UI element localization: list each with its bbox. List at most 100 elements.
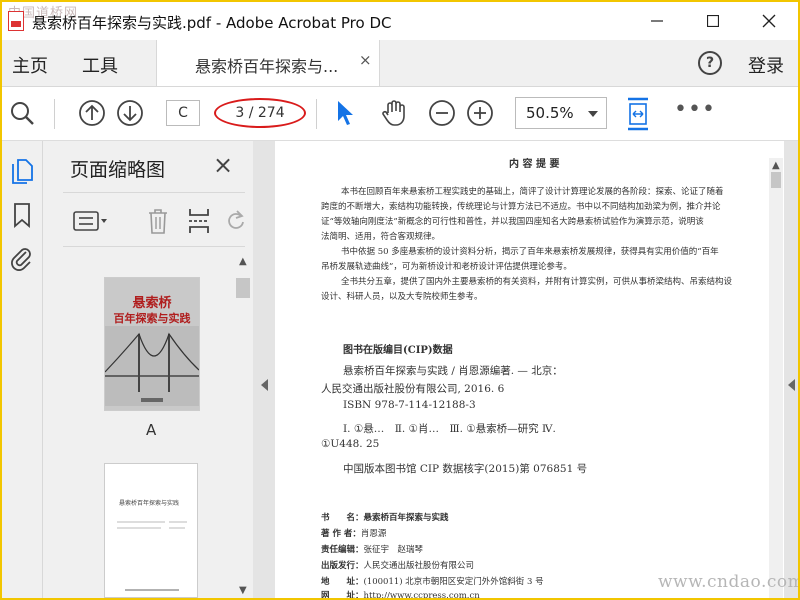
cip-heading: 图书在版编目(CIP)数据 [343, 345, 453, 356]
menu-bar: 主页 工具 悬索桥百年探索与... × ? 登录 [2, 40, 798, 87]
chevron-down-icon [588, 111, 598, 117]
page-count: 3 / 274 [214, 98, 306, 128]
panel-divider [63, 192, 245, 193]
insert-page-icon [189, 209, 209, 233]
cip-line: ①U448. 25 [321, 438, 380, 450]
colophon-value: http://www.ccpress.com.cn [363, 591, 480, 600]
previous-page-button[interactable] [78, 99, 106, 127]
collapse-left-arrow-icon[interactable] [261, 379, 268, 391]
trash-icon [149, 209, 167, 234]
cip-line: 悬索桥百年探索与实践 / 肖恩源编著. — 北京： [343, 365, 563, 377]
document-page: 内 容 提 要 本书在回顾百年来悬索桥工程实践史的基础上，简评了设计计算理论发展… [275, 141, 784, 598]
watermark-bottom: www.cndao.com [658, 572, 800, 592]
thumbnail-options-button[interactable] [73, 207, 111, 235]
bookmark-icon [14, 203, 30, 228]
colophon-label: 书 名： [321, 513, 364, 523]
document-tab-label: 悬索桥百年探索与... [195, 57, 339, 76]
next-page-button[interactable] [116, 99, 144, 127]
summary-line: 证“等效轴向刚度法”新概念的可行性和普性，并以我国四座知名大跨悬索桥试验作为演算… [321, 217, 704, 227]
bookmarks-button[interactable] [10, 203, 34, 228]
panel-splitter[interactable] [253, 141, 275, 598]
colophon-row: 地 址：(100011) 北京市朝阳区安定门外外馆斜街 3 号 [321, 575, 544, 587]
attachments-button[interactable] [10, 247, 34, 271]
home-tab[interactable]: 主页 [12, 52, 48, 78]
right-pane-toggle[interactable] [784, 141, 798, 598]
cover-title-line1: 悬索桥 [132, 296, 172, 311]
page-thumbnail[interactable]: 悬索桥百年探索与实践 [104, 463, 198, 598]
colophon-label: 出版发行： [321, 561, 364, 571]
summary-line: 书中依据 50 多座悬索桥的设计资料分析，揭示了百年来悬索桥发展规律，获得具有实… [341, 247, 719, 257]
colophon-label: 地 址： [321, 577, 364, 587]
maximize-icon [707, 15, 719, 27]
page-thumbnails-icon [12, 159, 33, 184]
close-panel-button[interactable]: × [213, 151, 233, 179]
tools-tab[interactable]: 工具 [82, 52, 118, 78]
select-tool-button[interactable] [332, 99, 360, 127]
thumbnail-page-label: A [146, 421, 157, 439]
arrow-down-circle-icon [117, 100, 143, 126]
panel-divider [63, 246, 245, 247]
hand-icon [382, 100, 405, 126]
delete-page-button[interactable] [145, 207, 171, 235]
search-button[interactable] [8, 99, 36, 127]
page-number-input[interactable]: C [166, 100, 200, 126]
colophon-row: 责任编辑：张征宇 赵瑞琴 [321, 543, 423, 555]
colophon-row: 著 作 者：肖恩源 [321, 527, 386, 539]
toolbar-divider [316, 99, 317, 129]
rotate-page-button[interactable] [225, 207, 247, 235]
insert-page-button[interactable] [186, 207, 212, 235]
help-icon[interactable]: ? [698, 51, 722, 75]
thumbnail-panel: 页面缩略图 × 悬索桥 百年探索与实践 A 悬索桥百年探索与实践 ▲ ▼ [43, 141, 253, 598]
minus-circle-icon [429, 100, 455, 126]
document-tab-close-button[interactable]: × [359, 51, 372, 69]
toolbar-divider [54, 99, 55, 129]
expand-right-pane-arrow-icon[interactable] [788, 379, 795, 391]
cip-line: ISBN 978-7-114-12188-3 [343, 399, 476, 411]
scroll-up-arrow-icon[interactable]: ▲ [772, 160, 780, 171]
bridge-image [105, 326, 199, 406]
thumb2-text-lines [117, 521, 187, 591]
colophon-label: 著 作 者： [321, 529, 361, 539]
colophon-value: (100011) 北京市朝阳区安定门外外馆斜街 3 号 [363, 577, 544, 587]
colophon-label: 责任编辑： [321, 545, 364, 555]
colophon-value: 肖恩源 [360, 529, 387, 539]
document-scrollbar-thumb[interactable] [771, 172, 781, 188]
colophon-row: 书 名：悬索桥百年探索与实践 [321, 511, 449, 523]
zoom-out-button[interactable] [428, 99, 456, 127]
toolbar: C 3 / 274 50.5% ••• [2, 87, 798, 141]
page-thumbnail-cover[interactable]: 悬索桥 百年探索与实践 [104, 277, 200, 411]
thumbnail-scrollbar[interactable] [234, 254, 252, 598]
maximize-button[interactable] [690, 8, 736, 34]
zoom-in-button[interactable] [466, 99, 494, 127]
summary-line: 本书在回顾百年来悬索桥工程实践史的基础上，简评了设计计算理论发展的各阶段：探索、… [341, 187, 724, 197]
thumb2-title: 悬索桥百年探索与实践 [119, 500, 180, 507]
arrow-up-circle-icon [79, 100, 105, 126]
colophon-label: 网 址： [321, 591, 364, 600]
cursor-arrow-icon [338, 101, 353, 125]
document-tab[interactable]: 悬索桥百年探索与... × [156, 40, 380, 86]
scroll-down-arrow-icon[interactable]: ▼ [239, 585, 247, 596]
search-icon [11, 102, 34, 125]
colophon-value: 张征宇 赵瑞琴 [363, 545, 424, 555]
paperclip-icon [11, 248, 31, 271]
summary-line: 设计、科研人员，以及大专院校师生参考。 [321, 292, 483, 302]
colophon-value: 人民交通出版社股份有限公司 [363, 561, 475, 571]
close-window-button[interactable] [746, 8, 792, 34]
page-thumbnails-button[interactable] [10, 159, 34, 184]
window-title: 悬索桥百年探索与实践.pdf - Adobe Acrobat Pro DC [32, 14, 392, 32]
fit-page-icon [628, 97, 648, 131]
thumbnail-scrollbar-thumb[interactable] [236, 278, 250, 298]
hand-tool-button[interactable] [380, 99, 408, 127]
fit-page-button[interactable] [624, 97, 652, 131]
minimize-button[interactable] [634, 8, 680, 34]
close-icon [762, 14, 776, 28]
cip-line: 人民交通出版社股份有限公司, 2016. 6 [321, 383, 505, 395]
scroll-up-arrow-icon[interactable]: ▲ [239, 256, 247, 267]
rotate-icon [228, 210, 244, 229]
app-window: 中国道桥网 悬索桥百年探索与实践.pdf - Adobe Acrobat Pro… [0, 0, 800, 600]
sign-in-button[interactable]: 登录 [748, 52, 784, 78]
more-tools-button[interactable]: ••• [674, 99, 716, 121]
zoom-select[interactable]: 50.5% [515, 97, 607, 129]
document-scrollbar[interactable] [769, 158, 783, 598]
plus-circle-icon [467, 100, 493, 126]
